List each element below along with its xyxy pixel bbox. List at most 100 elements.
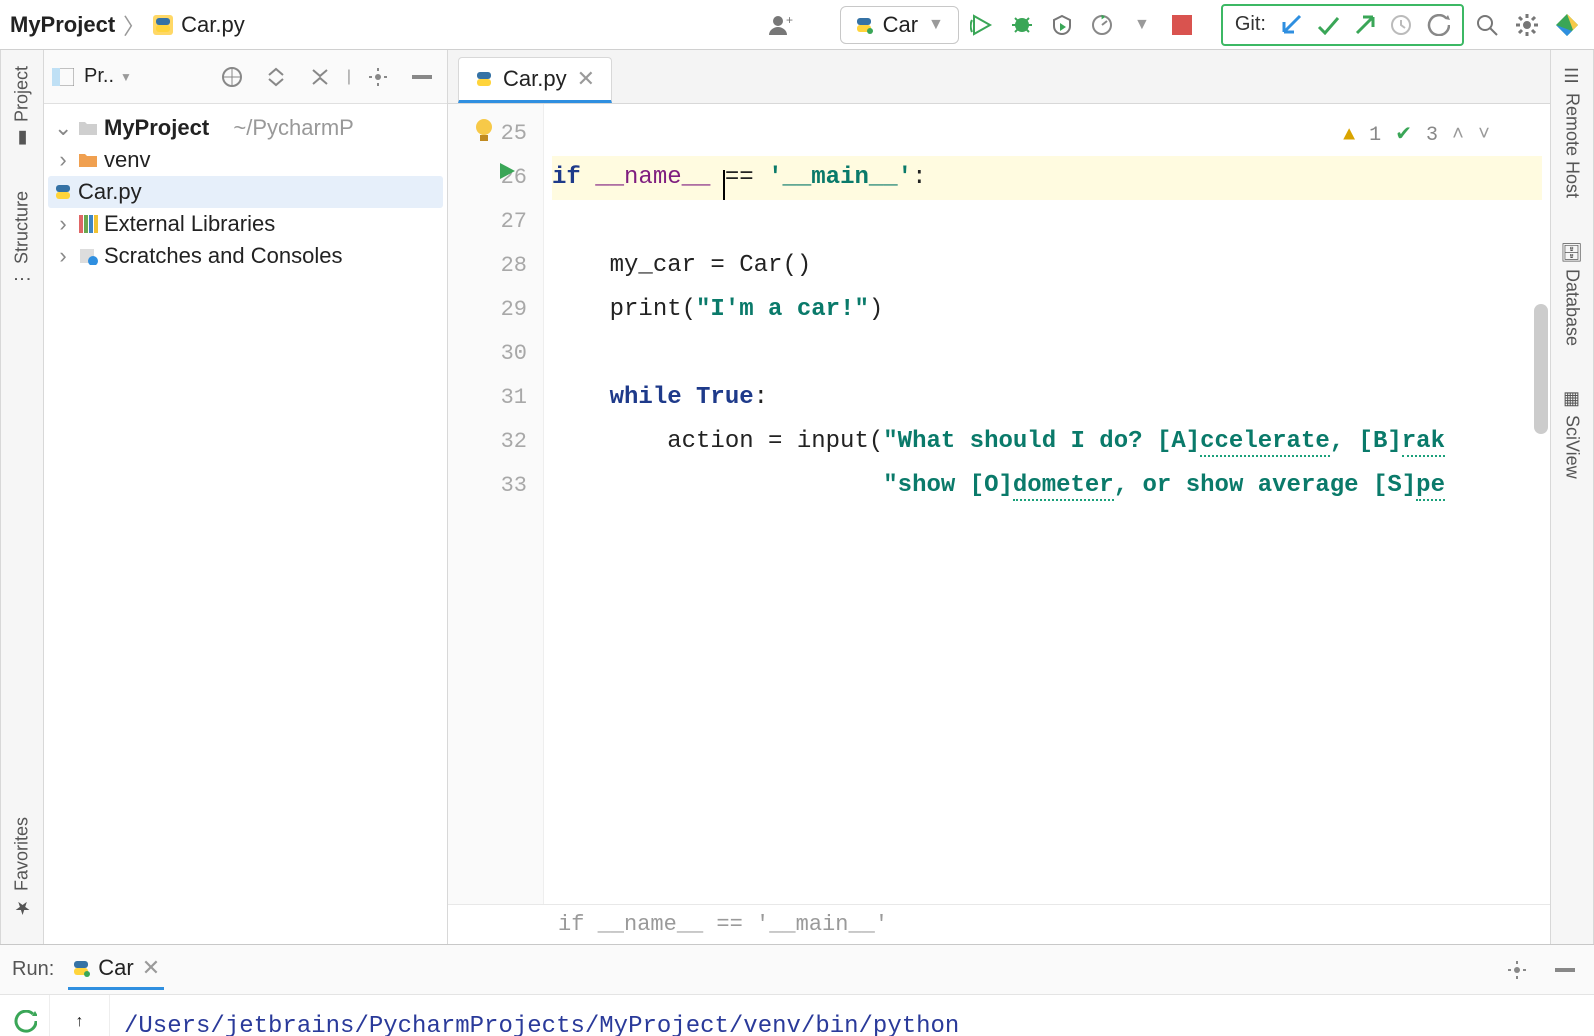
folder-icon: [78, 120, 98, 136]
editor-area[interactable]: 252627282930313233 if __name__ == '__mai…: [448, 104, 1550, 904]
tab-database[interactable]: 🗄Database: [1557, 234, 1587, 352]
settings-icon[interactable]: [1510, 8, 1544, 42]
rerun-icon[interactable]: [8, 1005, 42, 1036]
tree-file-car[interactable]: Car.py: [48, 176, 443, 208]
project-tool-header: Pr..▼ |: [44, 50, 447, 104]
right-tool-stripe: ☰Remote Host 🗄Database ▦SciView: [1550, 50, 1594, 944]
up-arrow-icon[interactable]: ↑: [63, 1005, 97, 1036]
dropdown-icon: ▼: [928, 16, 944, 34]
navigation-bar: MyProject 〉 Car.py + Car ▼ ▼ Git:: [0, 0, 1594, 50]
structure-icon: ⋮: [11, 270, 33, 288]
git-toolbar: Git:: [1221, 4, 1464, 46]
breadcrumb-file[interactable]: Car.py: [181, 12, 245, 38]
run-settings-icon[interactable]: [1500, 953, 1534, 987]
collapse-all-icon[interactable]: [303, 60, 337, 94]
star-icon: ★: [11, 897, 33, 918]
scratches-icon: [78, 247, 98, 265]
project-tree: ⌄ MyProject ~/PycharmP › venv Car.py › E…: [44, 104, 447, 280]
run-button[interactable]: [965, 8, 999, 42]
run-config-selector[interactable]: Car ▼: [840, 6, 959, 44]
breadcrumb: MyProject 〉 Car.py: [10, 9, 245, 41]
project-view-selector[interactable]: Pr..▼: [84, 65, 132, 88]
run-console-toolbar: ↑ ↓: [50, 995, 110, 1036]
editor-tab-car[interactable]: Car.py ✕: [458, 57, 612, 103]
chevron-right-icon: ›: [54, 211, 72, 237]
up-icon[interactable]: ˄: [1452, 114, 1464, 158]
stop-button[interactable]: [1165, 8, 1199, 42]
scrollbar-thumb[interactable]: [1534, 304, 1548, 434]
hide-run-icon[interactable]: [1548, 953, 1582, 987]
git-commit-icon[interactable]: [1316, 15, 1340, 35]
sciview-icon: ▦: [1561, 388, 1583, 409]
more-run-icon[interactable]: ▼: [1125, 8, 1159, 42]
run-tab-car[interactable]: Car ✕: [68, 949, 164, 990]
tab-sciview[interactable]: ▦SciView: [1557, 382, 1587, 485]
remote-icon: ☰: [1561, 66, 1583, 87]
expand-all-icon[interactable]: [259, 60, 293, 94]
tab-structure[interactable]: ⋮Structure: [7, 185, 37, 294]
hide-icon[interactable]: [405, 60, 439, 94]
python-file-icon: [475, 70, 493, 88]
pycharm-logo-icon[interactable]: [1550, 8, 1584, 42]
chevron-right-icon: ›: [54, 147, 72, 173]
python-icon: [855, 16, 873, 34]
close-icon[interactable]: ✕: [142, 955, 160, 981]
profile-button[interactable]: [1085, 8, 1119, 42]
locate-icon[interactable]: [215, 60, 249, 94]
tab-project[interactable]: ▮Project: [7, 60, 37, 155]
check-icon: ✔: [1395, 114, 1412, 158]
console-line: /Users/jetbrains/PycharmProjects/MyProje…: [124, 1007, 1580, 1036]
database-icon: 🗄: [1561, 240, 1583, 263]
editor-tab-label: Car.py: [503, 66, 567, 92]
editor-tabs: Car.py ✕: [448, 50, 1550, 104]
run-config-name: Car: [883, 12, 918, 38]
python-file-icon: [54, 183, 72, 201]
git-label: Git:: [1235, 13, 1266, 36]
project-view-icon: [52, 68, 74, 86]
gutter: 252627282930313233: [448, 104, 544, 904]
chevron-right-icon: ›: [54, 243, 72, 269]
chevron-icon: 〉: [123, 9, 145, 41]
tree-project-root[interactable]: ⌄ MyProject ~/PycharmP: [48, 112, 443, 144]
left-tool-stripe: ▮Project ⋮Structure ★Favorites: [0, 50, 44, 944]
folder-icon: [78, 152, 98, 168]
tab-remote-host[interactable]: ☰Remote Host: [1557, 60, 1587, 204]
tool-settings-icon[interactable]: [361, 60, 395, 94]
git-push-icon[interactable]: [1354, 14, 1376, 36]
debug-button[interactable]: [1005, 8, 1039, 42]
inspection-widget[interactable]: ▲1 ✔3 ˄ ˅: [1343, 114, 1490, 158]
editor: Car.py ✕ 252627282930313233 if __name__ …: [448, 50, 1550, 944]
warning-icon: ▲: [1343, 114, 1355, 158]
git-pull-icon[interactable]: [1280, 14, 1302, 36]
close-tab-icon[interactable]: ✕: [577, 66, 595, 92]
libraries-icon: [78, 215, 98, 233]
chevron-down-icon: ⌄: [54, 115, 72, 141]
editor-breadcrumb[interactable]: if __name__ == '__main__': [448, 904, 1550, 944]
console-output[interactable]: /Users/jetbrains/PycharmProjects/MyProje…: [110, 995, 1594, 1036]
intention-bulb-icon[interactable]: [474, 118, 494, 144]
tree-venv-folder[interactable]: › venv: [48, 144, 443, 176]
python-file-icon: [153, 15, 173, 35]
tree-external-libs[interactable]: › External Libraries: [48, 208, 443, 240]
python-icon: [72, 959, 90, 977]
add-user-icon[interactable]: +: [764, 8, 798, 42]
run-left-toolbar: [0, 995, 50, 1036]
breadcrumb-project[interactable]: MyProject: [10, 12, 115, 38]
project-icon: ▮: [11, 128, 33, 149]
search-icon[interactable]: [1470, 8, 1504, 42]
run-gutter-icon[interactable]: [498, 162, 516, 180]
coverage-button[interactable]: [1045, 8, 1079, 42]
down-icon[interactable]: ˅: [1478, 114, 1490, 158]
run-label: Run:: [12, 958, 54, 981]
tree-scratches[interactable]: › Scratches and Consoles: [48, 240, 443, 272]
run-tool-window: Run: Car ✕ ↑ ↓ /Users/jetbrains/PycharmP…: [0, 944, 1594, 1036]
git-revert-icon[interactable]: [1426, 14, 1450, 36]
divider: |: [347, 68, 351, 86]
code-area[interactable]: if __name__ == '__main__': my_car = Car(…: [544, 104, 1550, 904]
tab-favorites[interactable]: ★Favorites: [7, 811, 37, 924]
svg-text:+: +: [786, 14, 793, 27]
dropdown-icon: ▼: [120, 70, 132, 84]
project-tool-window: Pr..▼ | ⌄ MyProject ~/PycharmP › venv C: [44, 50, 448, 944]
run-tool-header: Run: Car ✕: [0, 945, 1594, 995]
git-history-icon[interactable]: [1390, 14, 1412, 36]
